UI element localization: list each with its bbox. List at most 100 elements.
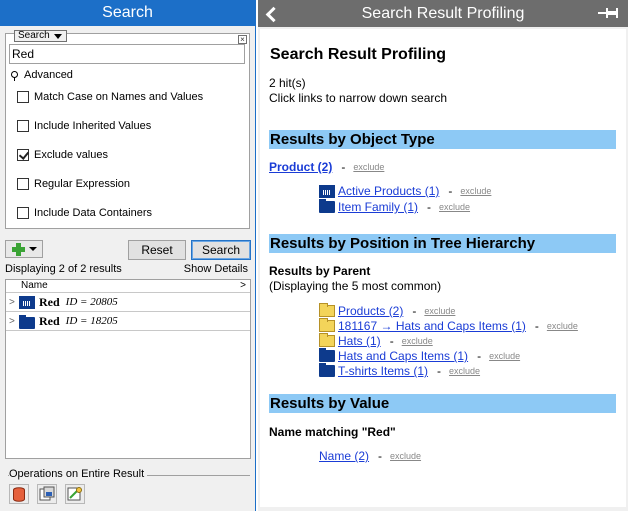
plus-icon [11, 242, 25, 256]
exclude-values-checkbox[interactable] [17, 149, 29, 161]
profiling-panel: Search Result Profiling Search Result Pr… [258, 0, 628, 511]
bulk-update-icon [67, 487, 82, 501]
pin-icon[interactable] [598, 7, 618, 19]
search-box: Search × Advanced Match Case on Names an… [5, 30, 250, 229]
list-item: Active Products (1) - exclude [319, 184, 491, 198]
products-link[interactable]: Products (2) [338, 304, 403, 318]
separator: - [427, 200, 432, 214]
exclude-link[interactable]: exclude [547, 321, 578, 331]
exclude-link[interactable]: exclude [353, 162, 384, 172]
table-row[interactable]: > Red ID = 20805 [6, 293, 250, 312]
folder-yellow-icon [319, 333, 335, 347]
option-match-case[interactable]: Match Case on Names and Values [17, 91, 203, 103]
option-regular-expression[interactable]: Regular Expression [17, 178, 130, 190]
match-case-checkbox[interactable] [17, 91, 29, 103]
search-type-dropdown[interactable]: Search [14, 30, 67, 42]
exclude-link[interactable]: exclude [439, 202, 470, 212]
displaying-note: (Displaying the 5 most common) [269, 279, 442, 293]
result-id: ID = 18205 [65, 315, 118, 327]
hats-link[interactable]: Hats (1) [338, 334, 381, 348]
option-label: Include Inherited Values [34, 120, 152, 132]
t-shirts-items-link[interactable]: T-shirts Items (1) [338, 364, 428, 378]
name-link[interactable]: Name (2) [319, 449, 369, 463]
include-data-containers-checkbox[interactable] [17, 207, 29, 219]
folder-blue-icon [319, 348, 335, 362]
separator: - [437, 364, 442, 378]
table-row[interactable]: > Red ID = 18205 [6, 312, 250, 331]
list-item: 181167 → Hats and Caps Items (1) - exclu… [319, 318, 578, 333]
option-include-inherited[interactable]: Include Inherited Values [17, 120, 151, 132]
page-title: Search Result Profiling [270, 46, 447, 63]
option-label: Include Data Containers [34, 207, 153, 219]
chevron-right-icon[interactable]: > [240, 280, 246, 292]
section-object-type: Results by Object Type [269, 130, 616, 149]
option-exclude-values[interactable]: Exclude values [17, 149, 108, 161]
result-name: Red [39, 294, 60, 309]
regular-expression-checkbox[interactable] [17, 178, 29, 190]
profiling-header-title: Search Result Profiling [361, 5, 525, 22]
exclude-link[interactable]: exclude [402, 336, 433, 346]
folder-yellow-icon [319, 318, 335, 332]
separator: - [412, 304, 417, 318]
list-item: Item Family (1) - exclude [319, 199, 470, 214]
separator: - [448, 184, 453, 198]
results-count: Displaying 2 of 2 results [5, 263, 122, 275]
operations-label: Operations on Entire Result [9, 468, 148, 480]
exclude-link[interactable]: exclude [390, 451, 421, 461]
name-matching-label: Name matching "Red" [269, 425, 396, 439]
object-type-top: Product (2) - exclude [269, 160, 384, 174]
advanced-toggle[interactable]: Advanced [11, 69, 73, 81]
section-tree-hierarchy: Results by Position in Tree Hierarchy [269, 234, 616, 253]
search-panel-title: Search [0, 0, 255, 26]
hits-count: 2 hit(s) [269, 76, 306, 90]
chevron-down-icon [53, 33, 62, 39]
option-label: Exclude values [34, 149, 108, 161]
results-by-parent-label: Results by Parent [269, 264, 371, 278]
separator: - [341, 160, 346, 174]
delete-results-button[interactable] [9, 484, 29, 504]
separator: - [534, 319, 539, 333]
table-header[interactable]: Name > [6, 280, 250, 293]
folder-blue-icon [19, 314, 35, 329]
list-item: Hats and Caps Items (1) - exclude [319, 348, 520, 363]
option-label: Regular Expression [34, 178, 130, 190]
list-item: T-shirts Items (1) - exclude [319, 363, 480, 378]
pin-icon [11, 70, 18, 81]
show-details-link[interactable]: Show Details [184, 263, 248, 275]
exclude-link[interactable]: exclude [424, 306, 455, 316]
exclude-link[interactable]: exclude [489, 351, 520, 361]
back-icon[interactable] [265, 6, 277, 21]
export-results-button[interactable] [37, 484, 57, 504]
hats-and-caps-path-link[interactable]: 181167 → Hats and Caps Items (1) [338, 319, 526, 333]
chevron-down-icon [28, 247, 37, 251]
add-criteria-button[interactable] [5, 240, 43, 258]
bulk-update-button[interactable] [65, 484, 85, 504]
section-by-value: Results by Value [269, 394, 616, 413]
product-link[interactable]: Product (2) [269, 160, 332, 174]
include-inherited-checkbox[interactable] [17, 120, 29, 132]
reset-button[interactable]: Reset [128, 240, 186, 260]
exclude-link[interactable]: exclude [460, 186, 491, 196]
folder-blue-icon [319, 199, 335, 213]
search-input[interactable] [9, 44, 245, 64]
option-include-data-containers[interactable]: Include Data Containers [17, 207, 152, 219]
hats-and-caps-items-link[interactable]: Hats and Caps Items (1) [338, 349, 468, 363]
active-products-link[interactable]: Active Products (1) [338, 184, 439, 198]
exclude-link[interactable]: exclude [449, 366, 480, 376]
separator: - [389, 334, 394, 348]
search-button[interactable]: Search [191, 240, 251, 260]
results-table: Name > > Red ID = 20805 > Red ID = 18205 [5, 279, 251, 459]
separator: - [477, 349, 482, 363]
expand-icon[interactable]: > [9, 297, 19, 308]
profiling-header: Search Result Profiling [258, 0, 628, 27]
close-icon[interactable]: × [238, 35, 247, 44]
item-family-link[interactable]: Item Family (1) [338, 200, 418, 214]
list-item: Products (2) - exclude [319, 303, 455, 318]
expand-icon[interactable]: > [9, 316, 19, 327]
folder-blue-icon [319, 363, 335, 377]
list-item: Hats (1) - exclude [319, 333, 433, 348]
export-icon [39, 486, 55, 501]
result-id: ID = 20805 [65, 296, 118, 308]
list-item: Name (2) - exclude [319, 449, 421, 463]
name-column-header[interactable]: Name [21, 280, 48, 291]
